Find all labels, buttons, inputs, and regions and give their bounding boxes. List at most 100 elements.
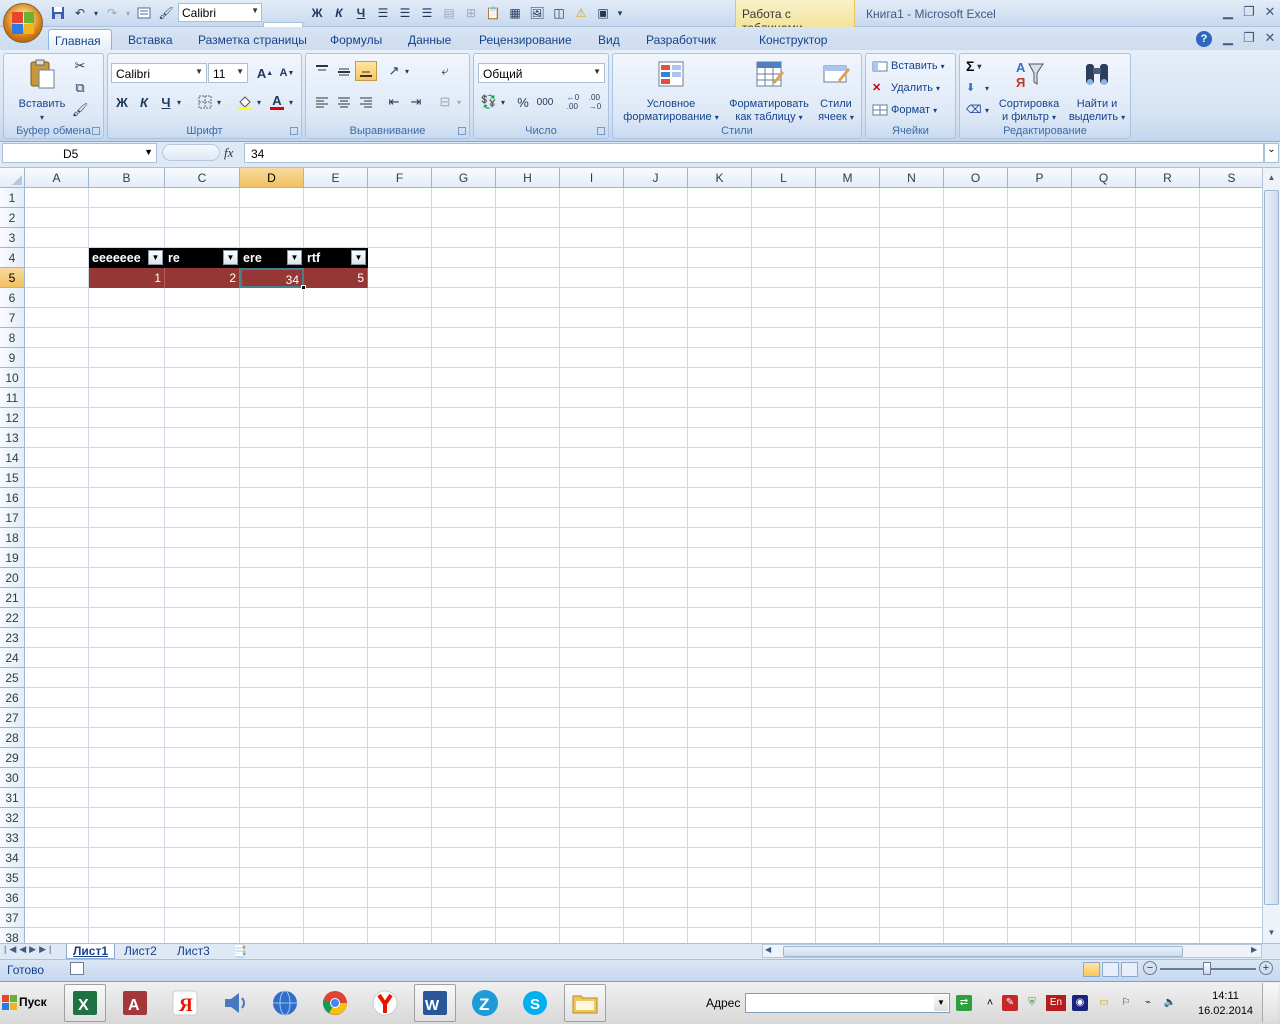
filter-dropdown-icon[interactable]: ▼ bbox=[287, 250, 302, 265]
taskbar-explorer[interactable] bbox=[564, 984, 606, 1022]
format-as-table-button[interactable]: Форматировать как таблицу ▾ bbox=[725, 58, 813, 124]
row-header-6[interactable]: 6 bbox=[0, 288, 25, 308]
increase-indent-icon[interactable]: ⇥ bbox=[405, 92, 427, 112]
increase-decimal-icon[interactable]: ←0.00 bbox=[562, 92, 584, 112]
align-bottom-icon[interactable] bbox=[355, 61, 377, 81]
tab-view[interactable]: Вид bbox=[592, 29, 626, 50]
column-header-d[interactable]: D bbox=[240, 168, 304, 188]
page-break-view-icon[interactable] bbox=[1121, 962, 1138, 977]
expand-formula-bar-icon[interactable]: ⌄ bbox=[1264, 143, 1279, 163]
go-icon[interactable]: ⇄ bbox=[956, 995, 972, 1011]
row-header-1[interactable]: 1 bbox=[0, 188, 25, 208]
row-header-5[interactable]: 5 bbox=[0, 268, 25, 288]
name-box[interactable]: D5 ▼ bbox=[2, 143, 157, 163]
row-header-19[interactable]: 19 bbox=[0, 548, 25, 568]
cell-styles-button[interactable]: Стили ячеек ▾ bbox=[813, 58, 859, 124]
font-color-icon[interactable]: A bbox=[266, 92, 288, 112]
print-preview-icon[interactable] bbox=[134, 3, 154, 23]
vertical-scrollbar[interactable]: ▲ ▼ bbox=[1262, 168, 1280, 943]
autosum-button[interactable]: Σ ▾ bbox=[966, 56, 981, 76]
paste-button[interactable]: Вставить ▾ bbox=[12, 58, 72, 124]
thousands-button[interactable]: 000 bbox=[534, 92, 556, 112]
tab-developer[interactable]: Разработчик bbox=[640, 29, 722, 50]
tab-design[interactable]: Конструктор bbox=[753, 29, 833, 50]
row-header-9[interactable]: 9 bbox=[0, 348, 25, 368]
row-header-36[interactable]: 36 bbox=[0, 888, 25, 908]
align-left-icon[interactable] bbox=[311, 92, 333, 112]
taskbar-globe[interactable] bbox=[264, 984, 306, 1022]
tray-shield-icon[interactable]: ⛨ bbox=[1024, 995, 1040, 1011]
taskbar-access[interactable]: A bbox=[114, 984, 156, 1022]
row-header-37[interactable]: 37 bbox=[0, 908, 25, 928]
help-icon[interactable]: ? bbox=[1196, 31, 1212, 47]
zoom-in-icon[interactable]: + bbox=[1259, 961, 1273, 975]
table-header-cell[interactable]: ere ▼ bbox=[240, 248, 304, 268]
insert-function-button[interactable]: fx bbox=[224, 145, 233, 161]
macro-record-icon[interactable] bbox=[70, 962, 84, 975]
table-header-cell[interactable]: rtf ▼ bbox=[304, 248, 368, 268]
tab-formulas[interactable]: Формулы bbox=[324, 29, 388, 50]
conditional-formatting-button[interactable]: Условное форматирование ▾ bbox=[617, 58, 725, 124]
format-cells-button[interactable]: Формат ▾ bbox=[872, 100, 937, 120]
row-header-23[interactable]: 23 bbox=[0, 628, 25, 648]
row-header-26[interactable]: 26 bbox=[0, 688, 25, 708]
column-header-o[interactable]: O bbox=[944, 168, 1008, 188]
cut-icon[interactable]: ✂ bbox=[69, 56, 91, 76]
taskbar-chrome[interactable] bbox=[314, 984, 356, 1022]
row-header-31[interactable]: 31 bbox=[0, 788, 25, 808]
borders-icon[interactable] bbox=[194, 92, 216, 112]
currency-icon[interactable]: 💱 bbox=[478, 92, 500, 112]
taskbar-word[interactable]: W bbox=[414, 984, 456, 1022]
format-painter-icon[interactable]: 🖌 bbox=[156, 3, 176, 23]
select-all-corner[interactable] bbox=[0, 168, 25, 188]
tab-data[interactable]: Данные bbox=[402, 29, 457, 50]
start-button[interactable]: Пуск bbox=[2, 985, 52, 1019]
shapes-icon[interactable]: ◫ bbox=[549, 3, 569, 23]
horizontal-scrollbar[interactable]: ◀ ▶ bbox=[762, 944, 1262, 958]
taskbar-excel[interactable]: X bbox=[64, 984, 106, 1022]
column-header-e[interactable]: E bbox=[304, 168, 368, 188]
tab-review[interactable]: Рецензирование bbox=[473, 29, 578, 50]
qat-font-select[interactable]: Calibri ▼ bbox=[178, 3, 262, 22]
row-header-2[interactable]: 2 bbox=[0, 208, 25, 228]
tray-monitor-icon[interactable]: ▭ bbox=[1096, 995, 1112, 1011]
worksheet-grid[interactable]: A B C D E F G H I J K L M N O P Q R S 1 2 3 4 5 6 7 8 9 10 11 12 13 14 15… bbox=[0, 168, 1262, 943]
column-header-r[interactable]: R bbox=[1136, 168, 1200, 188]
column-header-b[interactable]: B bbox=[89, 168, 165, 188]
scroll-left-icon[interactable]: ◀ bbox=[765, 945, 771, 954]
sort-filter-button[interactable]: AЯ Сортировка и фильтр ▾ bbox=[994, 58, 1064, 124]
row-header-11[interactable]: 11 bbox=[0, 388, 25, 408]
font-select[interactable]: Calibri ▼ bbox=[111, 63, 207, 83]
row-header-17[interactable]: 17 bbox=[0, 508, 25, 528]
row-header-3[interactable]: 3 bbox=[0, 228, 25, 248]
table-header-cell[interactable]: eeeeeee ▼ bbox=[89, 248, 165, 268]
sheet-nav-icons[interactable]: |◀◀▶▶| bbox=[4, 944, 54, 955]
chevron-down-icon[interactable]: ▼ bbox=[934, 995, 948, 1011]
maximize-icon[interactable]: ❐ bbox=[1240, 4, 1258, 22]
sheet-tab-1[interactable]: Лист1 bbox=[66, 944, 116, 959]
row-header-13[interactable]: 13 bbox=[0, 428, 25, 448]
row-header-33[interactable]: 33 bbox=[0, 828, 25, 848]
shrink-font-icon[interactable]: A ▼ bbox=[276, 63, 298, 83]
scroll-up-icon[interactable]: ▲ bbox=[1264, 170, 1279, 186]
vertical-scroll-thumb[interactable] bbox=[1264, 190, 1279, 905]
tab-page-layout[interactable]: Разметка страницы bbox=[192, 29, 313, 50]
column-header-q[interactable]: Q bbox=[1072, 168, 1136, 188]
row-header-16[interactable]: 16 bbox=[0, 488, 25, 508]
row-header-25[interactable]: 25 bbox=[0, 668, 25, 688]
dialog-launcher-icon[interactable] bbox=[458, 127, 466, 135]
zoom-out-icon[interactable]: − bbox=[1143, 961, 1157, 975]
taskbar-yandex[interactable]: Я bbox=[164, 984, 206, 1022]
page-layout-view-icon[interactable] bbox=[1102, 962, 1119, 977]
underline-dropdown-icon[interactable]: ▾ bbox=[174, 92, 184, 112]
filter-dropdown-icon[interactable]: ▼ bbox=[148, 250, 163, 265]
taskbar-volume[interactable] bbox=[214, 984, 256, 1022]
bold-button[interactable]: Ж bbox=[111, 92, 133, 112]
fill-handle[interactable] bbox=[301, 285, 306, 290]
normal-view-icon[interactable] bbox=[1083, 962, 1100, 977]
sheet-tab-3[interactable]: Лист3 bbox=[171, 944, 216, 959]
fill-color-dropdown-icon[interactable]: ▾ bbox=[254, 92, 264, 112]
find-select-button[interactable]: Найти и выделить ▾ bbox=[1064, 58, 1130, 124]
delete-cells-button[interactable]: ✕ Удалить ▾ bbox=[872, 78, 940, 98]
align-center-icon[interactable] bbox=[333, 92, 355, 112]
